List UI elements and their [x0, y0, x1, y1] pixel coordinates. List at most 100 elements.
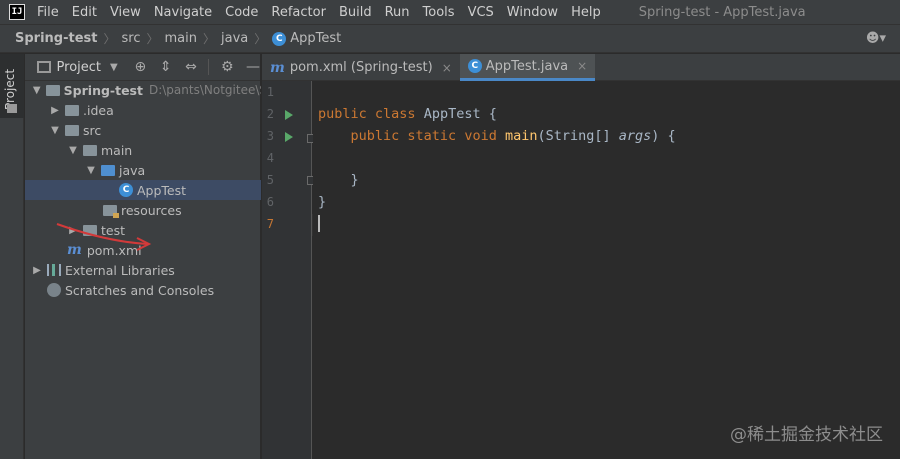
tree-item-label: Spring-test	[63, 82, 143, 98]
java-class-icon: C	[119, 183, 133, 197]
menu-code[interactable]: Code	[225, 5, 258, 20]
menu-run[interactable]: Run	[385, 5, 410, 20]
breadcrumb-main[interactable]: main	[165, 31, 197, 46]
tree-item-label: AppTest	[137, 182, 187, 198]
minimize-icon[interactable]: —	[246, 59, 260, 75]
parameter-type: (String[]	[537, 128, 619, 144]
tree-item-idea[interactable]: ▶ .idea	[25, 100, 261, 120]
library-icon	[47, 264, 61, 276]
line-number: 5	[266, 173, 274, 187]
locate-icon[interactable]: ⊕	[134, 59, 147, 75]
menu-refactor[interactable]: Refactor	[271, 5, 326, 20]
tree-item-java[interactable]: ▼ java	[25, 160, 261, 180]
tree-item-src[interactable]: ▼ src	[25, 120, 261, 140]
source-folder-icon	[101, 164, 115, 176]
breadcrumb-separator-icon: 〉	[103, 32, 116, 46]
java-class-icon: C	[467, 59, 482, 73]
chevron-right-icon[interactable]: ▶	[31, 265, 43, 276]
breadcrumb-separator-icon: 〉	[202, 32, 215, 46]
chevron-down-icon[interactable]: ▼	[85, 165, 97, 176]
project-tree: ▼ Spring-test D:\pants\Notgitee\S ▶ .ide…	[25, 80, 261, 300]
keyword: public	[318, 106, 375, 122]
tree-item-label: .idea	[83, 102, 114, 118]
tab-label: AppTest.java	[485, 58, 569, 74]
folder-icon	[83, 144, 97, 156]
brace: ) {	[651, 128, 676, 144]
keyword: public	[350, 128, 408, 144]
project-tool-tab[interactable]: Project	[0, 54, 24, 118]
project-path: D:\pants\Notgitee\S	[148, 83, 261, 97]
menu-vcs[interactable]: VCS	[468, 5, 494, 20]
tree-item-label: java	[119, 162, 146, 178]
breadcrumb-project[interactable]: Spring-test	[15, 31, 97, 46]
tree-item-external-libraries[interactable]: ▶ External Libraries	[25, 260, 261, 280]
gear-icon[interactable]: ⚙	[221, 59, 234, 75]
tab-pom-xml[interactable]: m pom.xml (Spring-test) ×	[262, 54, 460, 81]
menu-file[interactable]: File	[37, 5, 59, 20]
menu-build[interactable]: Build	[339, 5, 372, 20]
run-icon[interactable]	[285, 110, 293, 120]
user-icon[interactable]: ☻▾	[866, 31, 886, 46]
brace: {	[488, 106, 497, 122]
chevron-down-icon[interactable]: ▼	[110, 62, 118, 73]
breadcrumb-class[interactable]: C AppTest	[272, 31, 341, 46]
tree-item-label: External Libraries	[65, 262, 175, 278]
project-icon	[37, 61, 51, 73]
line-number: 6	[266, 195, 274, 209]
java-class-icon: C	[272, 31, 287, 46]
project-panel-header: Project ▼ ⊕ ⇕ ⇔ ⚙ —	[25, 54, 260, 81]
menu-edit[interactable]: Edit	[72, 5, 97, 20]
tree-item-project-root[interactable]: ▼ Spring-test D:\pants\Notgitee\S	[25, 80, 261, 100]
run-icon[interactable]	[285, 132, 293, 142]
folder-icon	[65, 124, 79, 136]
menu-help[interactable]: Help	[571, 5, 601, 20]
chevron-down-icon[interactable]: ▼	[31, 85, 42, 96]
tree-item-label: Scratches and Consoles	[65, 282, 215, 298]
code-line-6: }	[318, 194, 327, 210]
code-line-3: public static void main(String[] args) {	[318, 128, 676, 144]
tab-apptest-java[interactable]: C AppTest.java ×	[459, 54, 596, 81]
tree-item-main[interactable]: ▼ main	[25, 140, 261, 160]
close-icon[interactable]: ×	[442, 61, 452, 75]
menu-navigate[interactable]: Navigate	[154, 5, 212, 20]
menu-view[interactable]: View	[110, 5, 141, 20]
menu-tools[interactable]: Tools	[423, 5, 455, 20]
class-name: AppTest	[423, 106, 489, 122]
window-title: Spring-test - AppTest.java	[638, 4, 806, 20]
toolbar-divider	[207, 59, 209, 75]
breadcrumb-separator-icon: 〉	[254, 32, 267, 46]
line-number: 4	[266, 151, 274, 165]
code-line-2: public class AppTest {	[318, 106, 497, 122]
chevron-right-icon[interactable]: ▶	[49, 105, 61, 116]
keyword: static	[407, 128, 465, 144]
code-editor[interactable]: public class AppTest { public static voi…	[313, 81, 900, 459]
folder-icon	[46, 84, 60, 96]
close-icon[interactable]: ×	[577, 59, 587, 73]
breadcrumb-src[interactable]: src	[122, 31, 141, 46]
breadcrumb: Spring-test 〉 src 〉 main 〉 java 〉 C AppT…	[0, 24, 900, 53]
chevron-down-icon[interactable]: ▼	[49, 125, 61, 136]
scratches-icon	[47, 283, 61, 297]
method-name: main	[504, 128, 538, 144]
editor-tab-bar: m pom.xml (Spring-test) × C AppTest.java…	[262, 54, 900, 81]
tree-item-scratches[interactable]: Scratches and Consoles	[25, 280, 261, 300]
project-panel-title[interactable]: Project	[57, 60, 101, 75]
menu-bar: IJ File Edit View Navigate Code Refactor…	[0, 0, 900, 24]
folder-icon	[65, 104, 79, 116]
editor-gutter: 1 2 3 4 5 6 7	[262, 81, 316, 459]
keyword: class	[374, 106, 424, 122]
line-number: 2	[266, 107, 274, 121]
project-panel: Project ▼ ⊕ ⇕ ⇔ ⚙ — ▼ Spring-test D:\pan…	[25, 54, 261, 459]
collapse-all-icon[interactable]: ⇔	[184, 59, 197, 75]
breadcrumb-java[interactable]: java	[221, 31, 248, 46]
line-number: 3	[266, 129, 274, 143]
menu-window[interactable]: Window	[507, 5, 558, 20]
tree-item-apptest[interactable]: C AppTest	[25, 180, 261, 200]
expand-all-icon[interactable]: ⇕	[159, 59, 172, 75]
parameter-name: args	[618, 128, 652, 144]
chevron-down-icon[interactable]: ▼	[67, 145, 79, 156]
tree-item-label: main	[101, 142, 133, 158]
line-number: 1	[266, 85, 274, 99]
tab-label: pom.xml (Spring-test)	[289, 60, 433, 75]
